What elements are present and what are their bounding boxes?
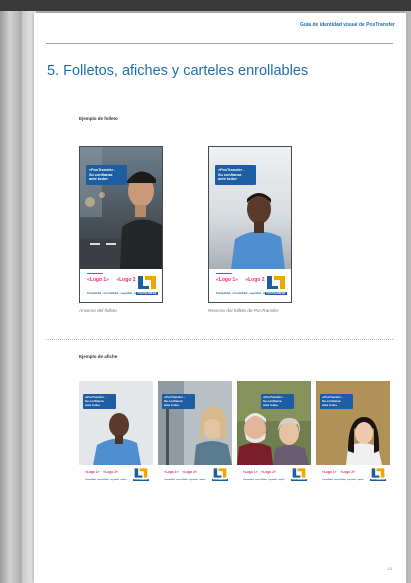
poster-4-tagline: Tranquilidad · accesibilidad · seguridad… (322, 479, 364, 481)
logo-2-label: «Logo 2» (261, 470, 276, 474)
accent-line (216, 273, 232, 274)
poster-3-tagline: Tranquilidad · accesibilidad · seguridad… (243, 479, 285, 481)
logo-2-label: «Logo 2» (340, 470, 355, 474)
brand-name: POSTRANSFER (136, 292, 158, 295)
brochure-front-tagline: Tranquilidad · accesibilidad · seguridad… (87, 292, 143, 295)
poster-1-logos: «Logo 1» «Logo 2» (85, 470, 118, 474)
running-header: Guía de identidad visual de PosTransfer (299, 22, 395, 28)
brand-name: POSTRANSFER (265, 292, 287, 295)
logo-2-label: «Logo 2» (116, 277, 139, 283)
postransfer-logo-icon (136, 274, 158, 291)
section-divider (46, 339, 393, 340)
brochure-back-logos: «Logo 1» «Logo 2» (216, 277, 267, 283)
brochure-back-slogan: «PosTransfer - Su confianza ante todo» (215, 165, 256, 186)
logo-1-label: «Logo 1» (216, 277, 238, 283)
poster-2-logos: «Logo 1» «Logo 2» (164, 470, 197, 474)
page-number: 13 (387, 566, 392, 571)
poster-3: «PosTransfer - Su confianza ante todo» «… (237, 381, 311, 485)
brochure-front: «PosTransfer - Su confianza ante todo» «… (79, 146, 163, 303)
brand-name: POSTRANSFER (370, 479, 386, 481)
postransfer-logo-icon (213, 468, 227, 478)
header-rule (46, 43, 393, 44)
poster-4: «PosTransfer - Su confianza ante todo» «… (316, 381, 390, 485)
viewer-left-edge (0, 11, 22, 583)
brand-name: POSTRANSFER (291, 479, 307, 481)
poster-heading: Ejemplo de afiche (79, 354, 118, 359)
poster-2-tagline: Tranquilidad · accesibilidad · seguridad… (164, 479, 206, 481)
logo-1-label: «Logo 1» (322, 470, 337, 474)
postransfer-logo-icon (292, 468, 306, 478)
brochure-back: «PosTransfer - Su confianza ante todo» «… (208, 146, 292, 303)
poster-2-slogan: «PosTransfer - Su confianza ante todo» (162, 394, 195, 410)
poster-1-slogan: «PosTransfer - Su confianza ante todo» (83, 394, 116, 410)
poster-4-slogan: «PosTransfer - Su confianza ante todo» (320, 394, 353, 410)
poster-1: «PosTransfer - Su confianza ante todo» «… (79, 381, 153, 485)
poster-4-logos: «Logo 1» «Logo 2» (322, 470, 355, 474)
poster-2: «PosTransfer - Su confianza ante todo» «… (158, 381, 232, 485)
viewer-title-bar (0, 0, 411, 11)
brochure-front-logos: «Logo 1» «Logo 2» (87, 277, 138, 283)
back-caption: Reverso del folleto de PosTransfer (208, 308, 279, 313)
accent-line (87, 273, 103, 274)
front-caption: Anverso del folleto (79, 308, 117, 313)
brochure-heading: Ejemplo de folleto (79, 116, 118, 121)
section-title: 5. Folletos, afiches y carteles enrollab… (47, 63, 309, 79)
poster-3-slogan: «PosTransfer - Su confianza ante todo» (261, 394, 294, 410)
poster-1-tagline: Tranquilidad · accesibilidad · seguridad… (85, 479, 127, 481)
brand-name: POSTRANSFER (212, 479, 228, 481)
logo-1-label: «Logo 1» (85, 470, 100, 474)
logo-1-label: «Logo 1» (164, 470, 179, 474)
logo-2-label: «Logo 2» (103, 470, 118, 474)
postransfer-logo-icon (371, 468, 385, 478)
brand-name: POSTRANSFER (133, 479, 149, 481)
logo-1-label: «Logo 1» (87, 277, 109, 283)
poster-3-logos: «Logo 1» «Logo 2» (243, 470, 276, 474)
logo-2-label: «Logo 2» (182, 470, 197, 474)
logo-1-label: «Logo 1» (243, 470, 258, 474)
postransfer-logo-icon (265, 274, 287, 291)
postransfer-logo-icon (134, 468, 148, 478)
logo-2-label: «Logo 2» (245, 277, 268, 283)
brochure-back-tagline: Tranquilidad · accesibilidad · seguridad… (216, 292, 272, 295)
brochure-front-slogan: «PosTransfer - Su confianza ante todo» (86, 165, 127, 186)
